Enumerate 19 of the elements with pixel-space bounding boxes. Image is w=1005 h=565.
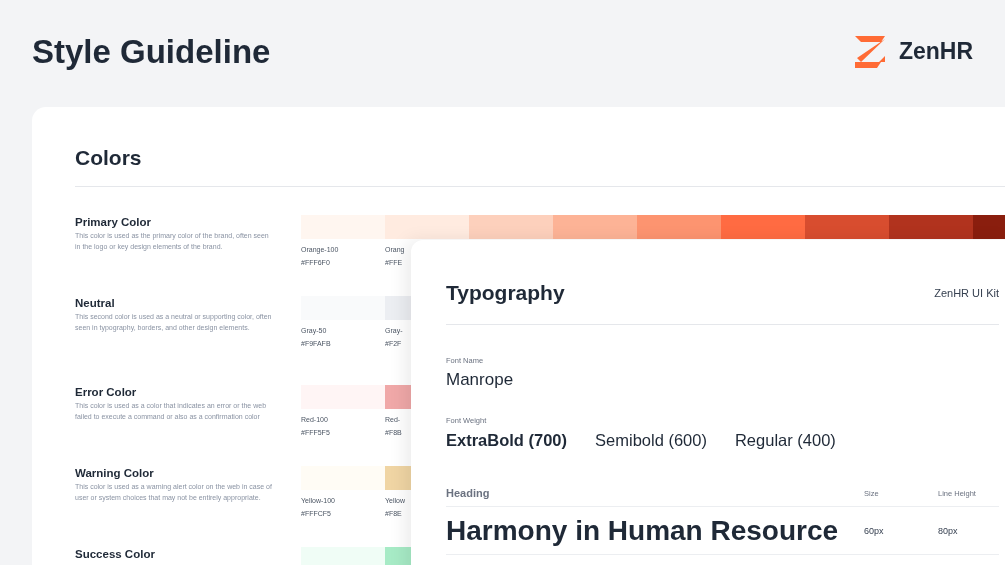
color-group-title: Success Color xyxy=(75,547,156,561)
section-title: Colors xyxy=(75,145,143,171)
font-weight-sample: Semibold (600) xyxy=(595,430,707,450)
table-cell: 80px xyxy=(938,525,958,536)
font-name: Manrope xyxy=(446,370,515,390)
font-weight-sample: ExtraBold (700) xyxy=(446,430,568,450)
logo-mark-icon xyxy=(852,35,887,68)
page-title: Style Guideline xyxy=(32,32,271,71)
color-group-title: Primary Color xyxy=(75,215,153,229)
font-weight-sample: Regular (400) xyxy=(734,430,836,450)
kit-label: ZenHR UI Kit xyxy=(934,287,999,299)
color-group-title: Neutral xyxy=(75,296,116,310)
logo-text: ZenHR xyxy=(898,38,973,65)
color-group-title: Warning Color xyxy=(75,466,155,480)
table-cell-text: 60px xyxy=(864,525,885,536)
column-header: Heading xyxy=(446,487,491,499)
heading-sample: Harmony in Human Resource xyxy=(446,514,840,547)
color-group-title: Error Color xyxy=(75,385,138,399)
section-title: Typography xyxy=(446,280,565,306)
